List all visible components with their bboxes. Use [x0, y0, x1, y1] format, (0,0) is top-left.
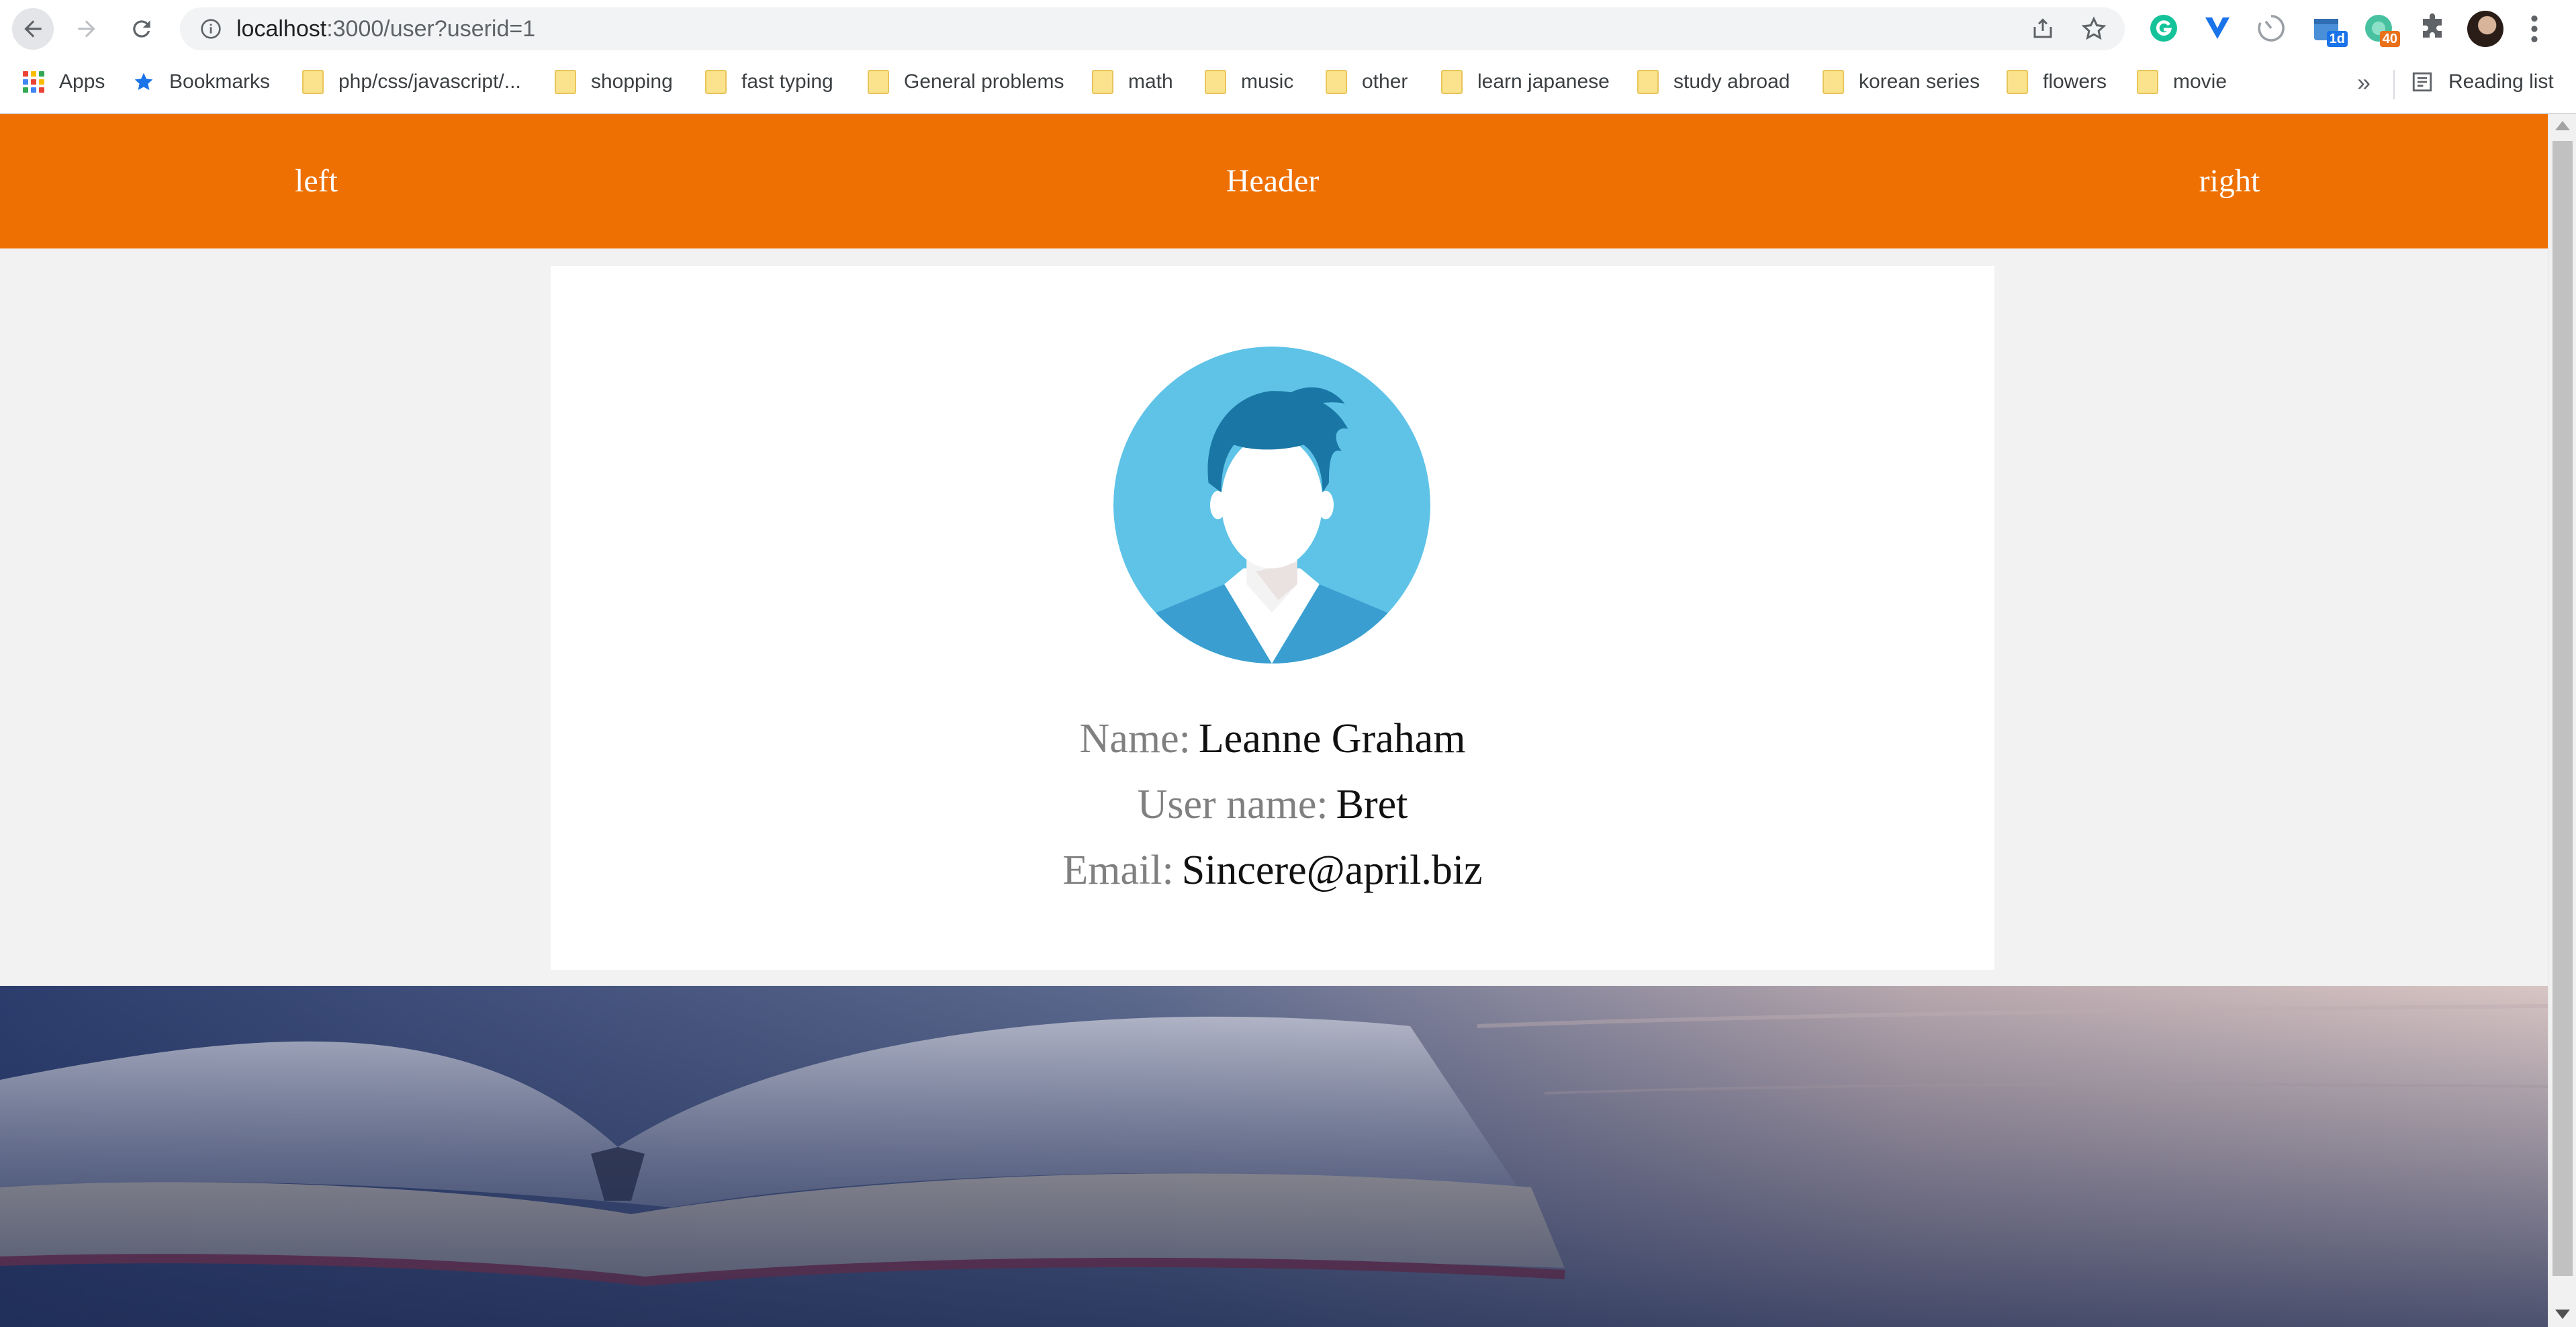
page-scrollbar[interactable] — [2548, 114, 2576, 1327]
folder-icon — [1637, 70, 1659, 94]
timer-extension[interactable] — [2252, 9, 2290, 47]
vpn-extension[interactable] — [2199, 9, 2236, 47]
bookmark-folder-math[interactable]: math — [1092, 67, 1173, 97]
url-host: localhost — [236, 16, 327, 42]
bookmark-star-icon[interactable] — [2080, 15, 2107, 42]
notes-extension[interactable]: 40 — [2360, 9, 2400, 47]
page-viewport: left Header right Name: Leanne Graham Use… — [0, 114, 2548, 1327]
header-right: right — [2199, 163, 2260, 199]
bookmark-label: Apps — [59, 71, 105, 93]
bookmark-label: shopping — [591, 71, 673, 93]
bookmark-label: php/css/javascript/... — [338, 71, 521, 93]
url-text[interactable]: localhost:3000/user?userid=1 — [236, 14, 535, 44]
back-button[interactable] — [12, 8, 54, 50]
reading-list-label: Reading list — [2448, 71, 2554, 93]
bookmark-apps[interactable]: Apps — [23, 67, 105, 97]
scroll-up-arrow[interactable] — [2555, 121, 2570, 130]
reload-button[interactable] — [121, 8, 163, 50]
bookmark-label: movie — [2173, 71, 2227, 93]
bookmark-folder-korean-series[interactable]: korean series — [1823, 67, 1980, 97]
browser-toolbar: localhost:3000/user?userid=1 1d 40 — [0, 0, 2576, 58]
bookmark-label: Bookmarks — [169, 71, 271, 93]
bookmark-folder-music[interactable]: music — [1205, 67, 1293, 97]
bookmark-folder-other[interactable]: other — [1326, 67, 1408, 97]
folder-icon — [1092, 70, 1113, 94]
bookmark-folder-learn-japanese[interactable]: learn japanese — [1441, 67, 1610, 97]
notes-badge: 40 — [2379, 31, 2400, 47]
bookmark-label: korean series — [1859, 71, 1980, 93]
name-value: Leanne Graham — [1198, 716, 1466, 762]
calendar-badge: 1d — [2326, 31, 2348, 47]
book-banner-image — [0, 986, 2548, 1327]
bookmark-label: math — [1128, 71, 1173, 93]
bookmark-folder-fast-typing[interactable]: fast typing — [705, 67, 833, 97]
username-label: User name: — [1137, 782, 1328, 827]
bookmark-label: General problems — [904, 71, 1064, 93]
star-icon — [134, 73, 153, 91]
shield-v-icon — [2205, 17, 2229, 39]
folder-icon — [705, 70, 727, 94]
profile-card: Name: Leanne Graham User name: Bret Email:… — [551, 266, 1994, 970]
bookmarks-bar: Apps Bookmarks php/css/javascript/... sh… — [0, 58, 2576, 114]
email-value: Sincere@april.biz — [1181, 848, 1483, 893]
arrow-left-icon — [24, 20, 42, 38]
bookmark-label: fast typing — [741, 71, 833, 93]
folder-icon — [1326, 70, 1347, 94]
user-avatar — [1113, 347, 1430, 664]
folder-icon — [2007, 70, 2028, 94]
username-value: Bret — [1336, 782, 1408, 827]
folder-icon — [868, 70, 889, 94]
folder-icon — [555, 70, 576, 94]
grammarly-icon — [2150, 15, 2177, 42]
extensions-button[interactable] — [2413, 9, 2451, 47]
folder-icon — [1205, 70, 1226, 94]
apps-grid-icon — [23, 71, 44, 93]
address-bar[interactable]: localhost:3000/user?userid=1 — [180, 7, 2125, 50]
scroll-thumb[interactable] — [2552, 141, 2573, 1276]
scroll-down-arrow[interactable] — [2555, 1310, 2570, 1319]
bookmark-label: music — [1241, 71, 1294, 93]
folder-icon — [302, 70, 324, 94]
username-row: User name: Bret — [551, 779, 1994, 830]
grammarly-extension[interactable] — [2145, 9, 2182, 47]
puzzle-icon — [2423, 13, 2442, 38]
divider — [2393, 70, 2395, 99]
folder-icon — [1441, 70, 1463, 94]
email-label: Email: — [1062, 848, 1174, 893]
email-row: Email: Sincere@april.biz — [551, 845, 1994, 896]
calendar-extension[interactable]: 1d — [2307, 9, 2348, 47]
profile-avatar-button[interactable] — [2467, 11, 2503, 47]
info-icon[interactable] — [200, 18, 222, 40]
url-path: :3000/user?userid=1 — [326, 16, 536, 42]
bookmark-folder-movie[interactable]: movie — [2137, 67, 2227, 97]
site-header: left Header right — [0, 114, 2548, 248]
header-title: Header — [1226, 163, 1320, 199]
header-left: left — [295, 163, 338, 199]
folder-icon — [1823, 70, 1844, 94]
bookmark-folder-general-problems[interactable]: General problems — [868, 67, 1064, 97]
bookmark-label: learn japanese — [1477, 71, 1610, 93]
more-menu-icon[interactable] — [2528, 13, 2541, 44]
share-icon[interactable] — [2031, 17, 2055, 41]
forward-button[interactable] — [66, 8, 107, 50]
reading-list-button[interactable]: Reading list — [2411, 67, 2554, 97]
folder-icon — [2137, 70, 2158, 94]
reload-icon — [133, 20, 150, 38]
arrow-right-icon — [78, 20, 95, 38]
name-label: Name: — [1079, 716, 1191, 762]
bookmark-folder-flowers[interactable]: flowers — [2007, 67, 2107, 97]
bookmark-label: study abroad — [1673, 71, 1790, 93]
bookmark-folder-shopping[interactable]: shopping — [555, 67, 673, 97]
bookmarks-overflow-button[interactable]: » — [2357, 68, 2371, 97]
name-row: Name: Leanne Graham — [551, 713, 1994, 764]
bookmark-label: flowers — [2043, 71, 2107, 93]
bookmark-folder-php[interactable]: php/css/javascript/... — [302, 67, 521, 97]
bookmark-bookmarks[interactable]: Bookmarks — [133, 67, 270, 97]
bookmark-label: other — [1362, 71, 1408, 93]
bookmark-folder-study-abroad[interactable]: study abroad — [1637, 67, 1790, 97]
reading-list-icon — [2412, 72, 2432, 92]
timer-icon — [2258, 15, 2285, 42]
